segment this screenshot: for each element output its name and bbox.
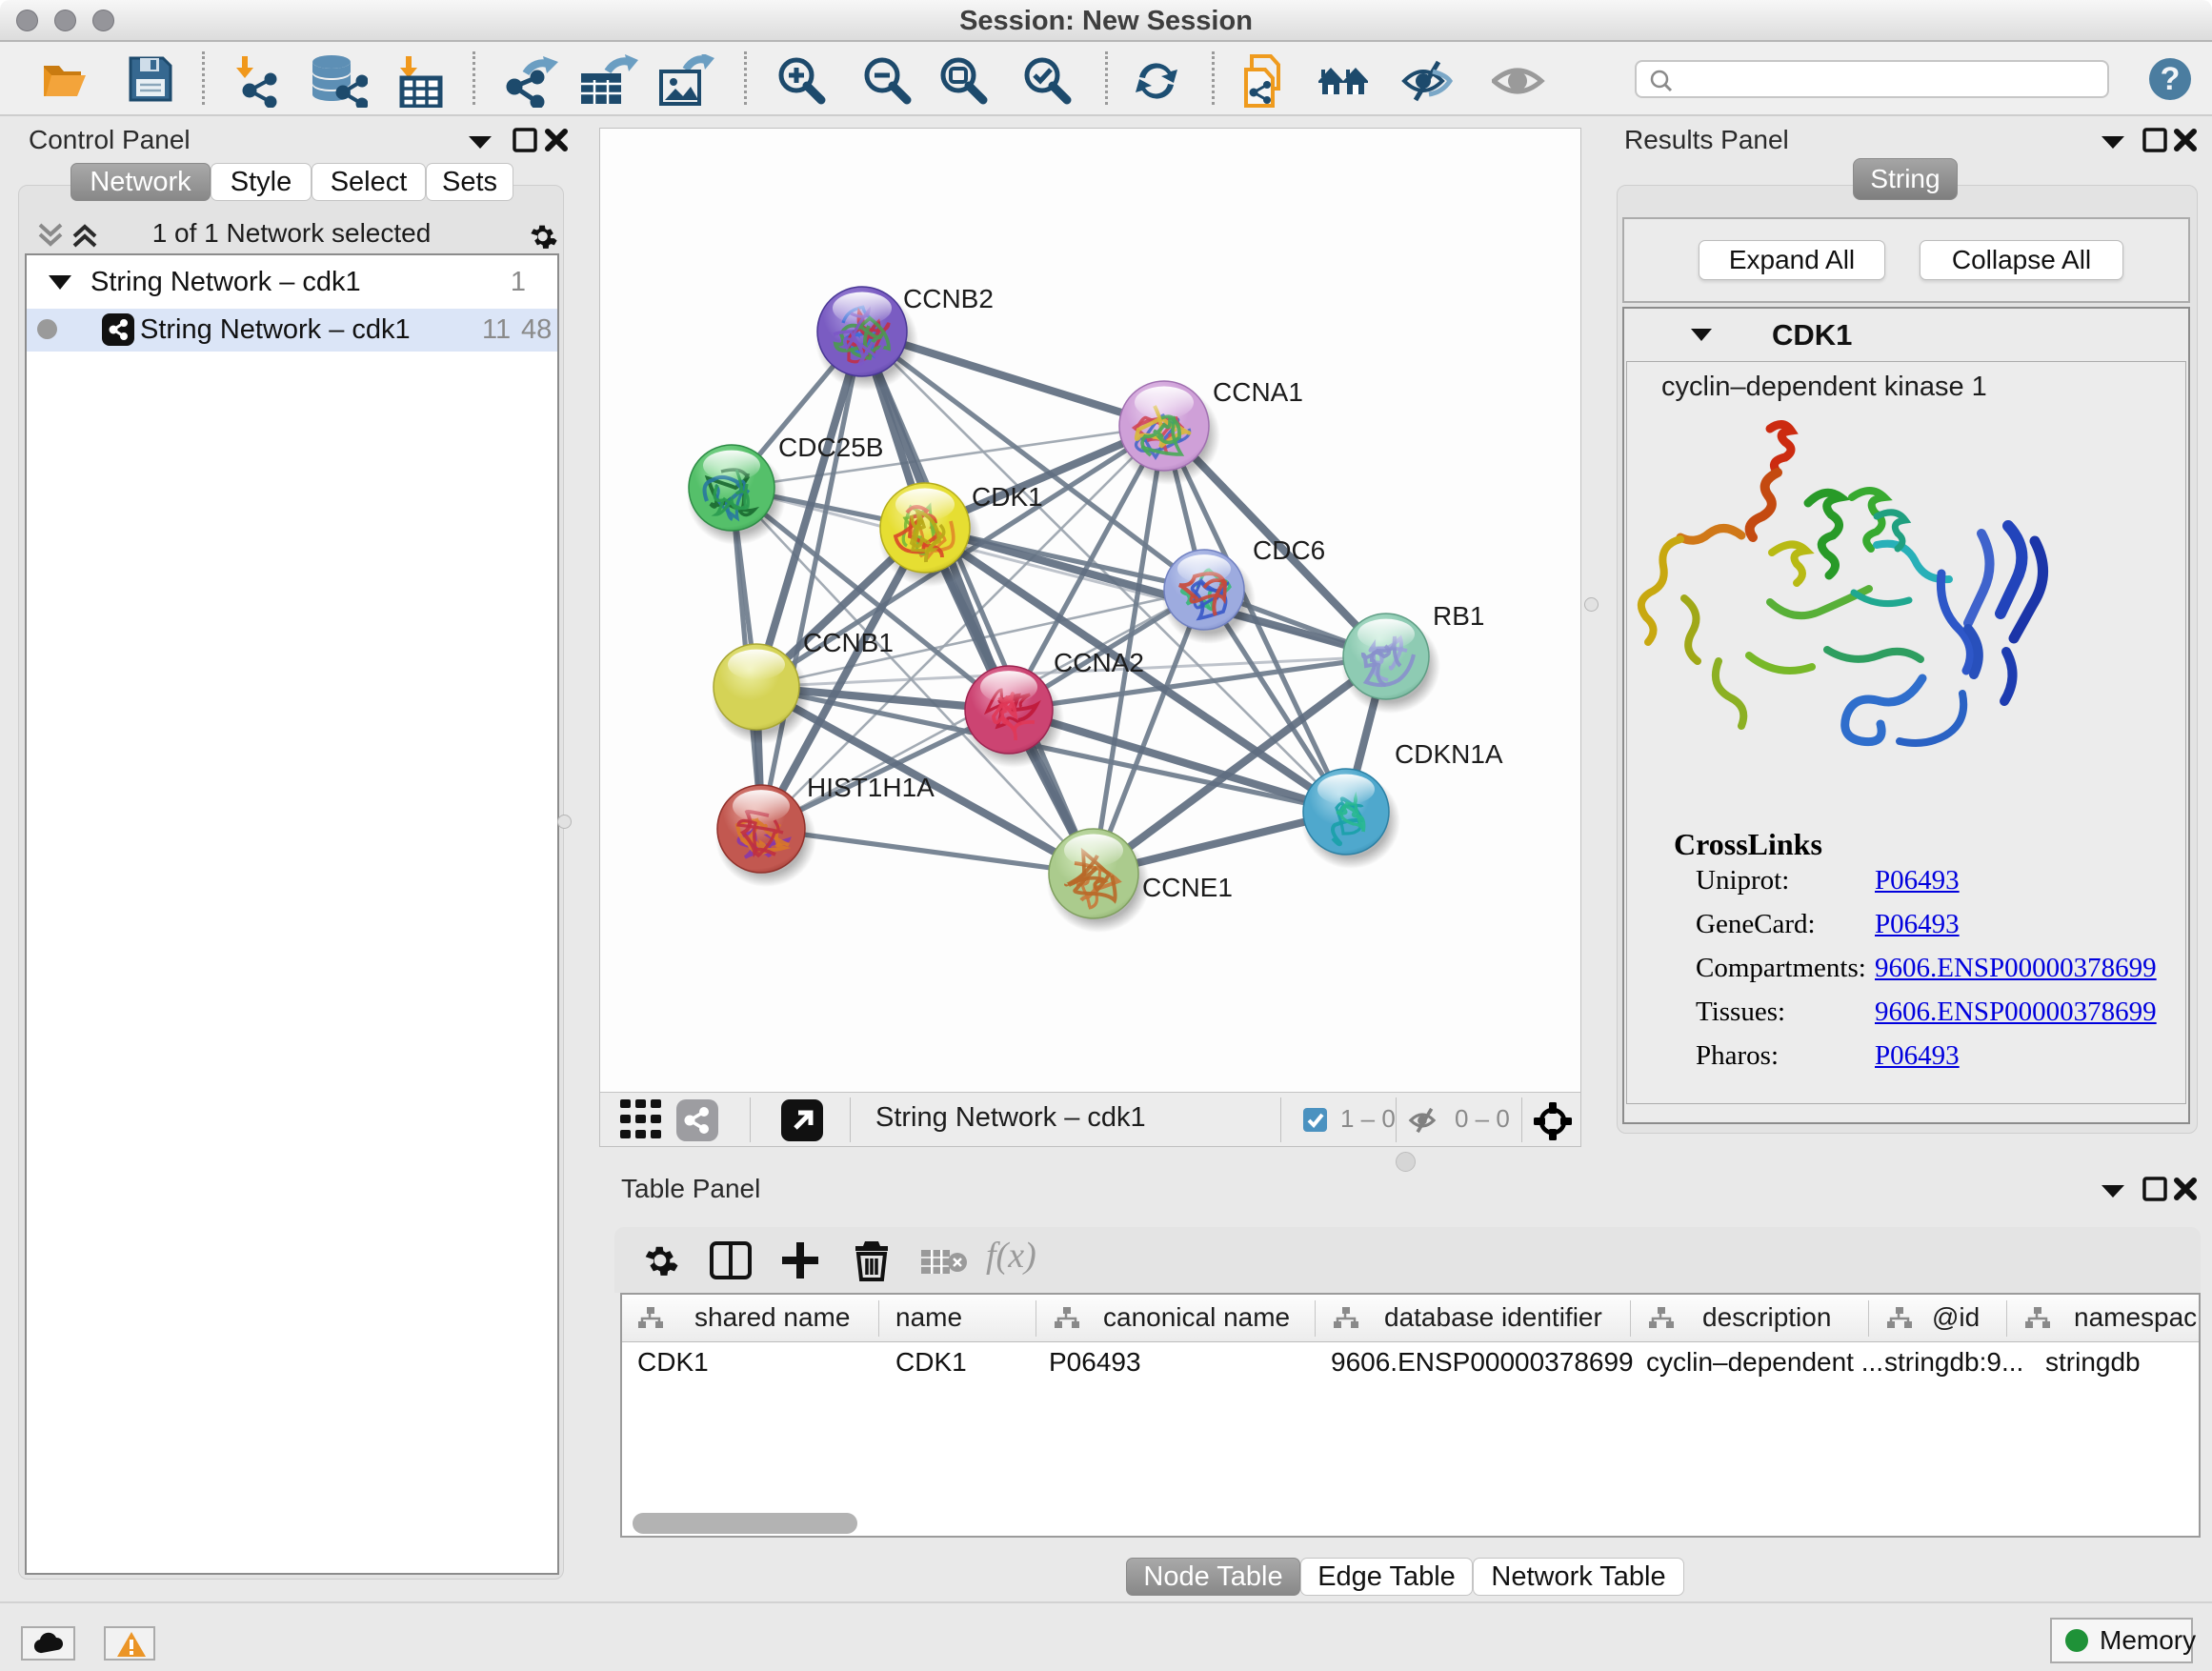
svg-text:CCNE1: CCNE1 — [1142, 873, 1233, 902]
svg-text:CCNB1: CCNB1 — [803, 628, 894, 657]
svg-text:CCNB2: CCNB2 — [903, 284, 994, 313]
svg-text:CDC6: CDC6 — [1253, 535, 1325, 565]
svg-text:CDC25B: CDC25B — [778, 433, 883, 462]
svg-text:RB1: RB1 — [1433, 601, 1484, 631]
svg-text:CDKN1A: CDKN1A — [1395, 739, 1503, 769]
svg-text:HIST1H1A: HIST1H1A — [807, 773, 935, 802]
svg-text:CCNA2: CCNA2 — [1054, 648, 1144, 677]
svg-text:CCNA1: CCNA1 — [1213, 377, 1303, 407]
svg-text:CDK1: CDK1 — [972, 482, 1043, 512]
